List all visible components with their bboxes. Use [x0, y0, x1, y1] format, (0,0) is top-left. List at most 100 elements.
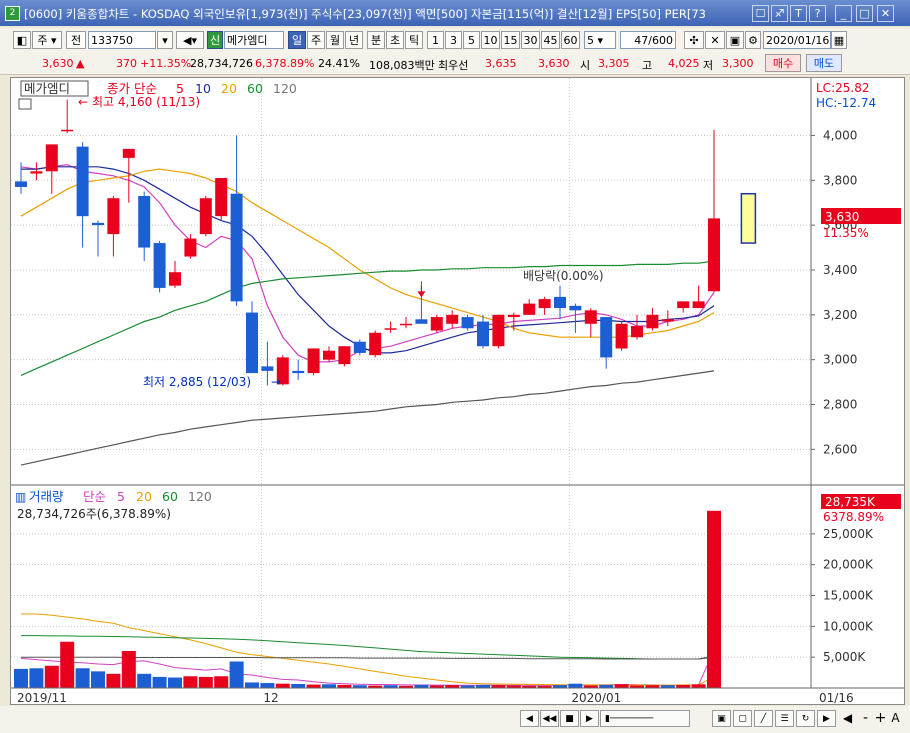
scroll-next-icon[interactable]: ▶ [580, 710, 599, 727]
interval-1[interactable]: 1 [427, 31, 444, 49]
legend-ma-type: 종가 단순 [107, 81, 157, 96]
period-minute-tab[interactable]: 분 [367, 31, 385, 49]
sell-button[interactable]: 매도 [806, 54, 842, 72]
interval-15[interactable]: 15 [501, 31, 520, 49]
annotation-low: 최저 2,885 (12/03) [143, 375, 251, 389]
volume-bar [183, 676, 198, 688]
interval-select[interactable]: 5 ▾ [584, 31, 616, 49]
interval-60[interactable]: 60 [561, 31, 580, 49]
draw-line-icon[interactable]: ╱ [754, 710, 773, 727]
candle-body [492, 314, 505, 347]
candle-body [430, 317, 443, 331]
zoom-box-icon[interactable]: ▢ [733, 710, 752, 727]
chart-area[interactable]: 4,000 3,800 3,600 3,400 3,200 3,000 2,800 2,600… [10, 77, 905, 705]
volume-bar [121, 651, 136, 688]
code-dropdown-icon[interactable]: ▾ [157, 31, 173, 49]
period-year-tab[interactable]: 년 [345, 31, 363, 49]
data-count-field[interactable]: 47/600 [620, 31, 676, 49]
pan-icon[interactable]: ☰ [775, 710, 794, 727]
period-second-tab[interactable]: 초 [386, 31, 404, 49]
refresh-icon[interactable]: ↻ [796, 710, 815, 727]
cross-cursor-icon[interactable]: ✣ [684, 31, 704, 49]
draw-tool-icon[interactable]: ✕ [705, 31, 725, 49]
stop-icon[interactable]: ■ [560, 710, 579, 727]
trade-amount: 108,083백만 [369, 59, 435, 72]
prev-button[interactable]: 전 [66, 31, 86, 49]
candle-body [353, 341, 366, 353]
calendar-icon[interactable]: ▦ [831, 31, 847, 49]
pin-icon[interactable]: ♐ [771, 5, 788, 22]
period-week-tab[interactable]: 주 [307, 31, 325, 49]
save-icon[interactable]: ▣ [726, 31, 744, 49]
close-button[interactable]: ✕ [877, 5, 894, 22]
candle-body [30, 171, 43, 174]
count-value: 47 [634, 34, 649, 47]
volume-bar [291, 683, 306, 688]
candle-body [615, 323, 628, 349]
volume-bar [29, 668, 44, 688]
volume-bar [198, 676, 213, 688]
text-icon[interactable]: T [790, 5, 807, 22]
volume-legend-ma5: 5 [117, 489, 125, 504]
candle-body [600, 317, 613, 358]
candle-body [45, 144, 58, 172]
volume-tick-label: 20,000K [823, 558, 874, 572]
candle-body [61, 129, 74, 132]
annotation-dividend: 배당락(0.00%) [523, 269, 604, 283]
price-tick-label: 2,600 [823, 442, 857, 456]
volume-bar [214, 676, 229, 688]
volume-bar [568, 683, 583, 688]
scroll-slider[interactable]: ▮──────── [600, 710, 690, 727]
price-tick-label: 4,000 [823, 128, 857, 142]
period-day-tab[interactable]: 일 [288, 31, 306, 49]
scroll-right-icon[interactable]: ▶ [817, 710, 836, 727]
interval-5[interactable]: 5 [463, 31, 480, 49]
zoom-fit-icon[interactable]: ▣ [712, 710, 731, 727]
volume-legend-ma120: 120 [188, 489, 212, 504]
up-arrow-icon: ▲ [76, 57, 85, 70]
stock-code-input[interactable]: 133750 [88, 31, 156, 49]
scroll-start-icon[interactable]: ◀ [520, 710, 539, 727]
legend-ma60: 60 [247, 81, 263, 96]
candle-body [338, 346, 351, 365]
volume-tick-label: 25,000K [823, 527, 874, 541]
interval-10[interactable]: 10 [481, 31, 500, 49]
stock-name-field[interactable]: 메가엠디 [224, 31, 284, 49]
candle-body [554, 296, 566, 309]
legend-stock-name: 메가엠디 [24, 81, 70, 96]
speaker-icon[interactable]: ◀▾ [176, 31, 204, 49]
grid-toggle-icon[interactable] [18, 98, 32, 110]
candle-body [569, 305, 582, 311]
candle-body [169, 272, 181, 286]
volume-tick-label: 15,000K [823, 589, 874, 603]
candle-body [507, 314, 520, 318]
buy-button[interactable]: 매수 [765, 54, 801, 72]
candle-body [307, 348, 320, 374]
volume-bar [229, 661, 244, 688]
volume-bar [306, 684, 321, 688]
period-month-tab[interactable]: 월 [326, 31, 344, 49]
x-tick-label: 2020/01 [571, 691, 621, 704]
market-type-select[interactable]: 주 ▾ [32, 31, 62, 49]
interval-45[interactable]: 45 [541, 31, 560, 49]
auto-scale-button[interactable]: A [886, 710, 905, 727]
settings-icon[interactable]: ⚙ [745, 31, 761, 49]
interval-30[interactable]: 30 [521, 31, 540, 49]
layout-icon[interactable]: ☐ [752, 5, 769, 22]
help-icon[interactable]: ? [809, 5, 826, 22]
window-title-bar: 2 [0600] 키움종합차트 - KOSDAQ 외국인보유[1,973(천)]… [0, 0, 910, 26]
panel-toggle-icon[interactable]: ◧ [13, 31, 31, 49]
period-tick-tab[interactable]: 틱 [405, 31, 423, 49]
turnover-ratio: 24.41% [318, 57, 360, 70]
candle-body [584, 310, 597, 324]
scroll-end-icon[interactable]: ◀ [838, 710, 857, 727]
maximize-button[interactable]: □ [856, 5, 873, 22]
scroll-prev-icon[interactable]: ◀◀ [540, 710, 559, 727]
x-tick-label: 01/16 [819, 691, 854, 704]
interval-3[interactable]: 3 [445, 31, 462, 49]
candle-body [523, 303, 536, 315]
candle-body [369, 332, 382, 356]
minimize-button[interactable]: _ [835, 5, 852, 22]
date-input[interactable]: 2020/01/16 [763, 31, 831, 49]
volume-legend-ma20: 20 [136, 489, 152, 504]
